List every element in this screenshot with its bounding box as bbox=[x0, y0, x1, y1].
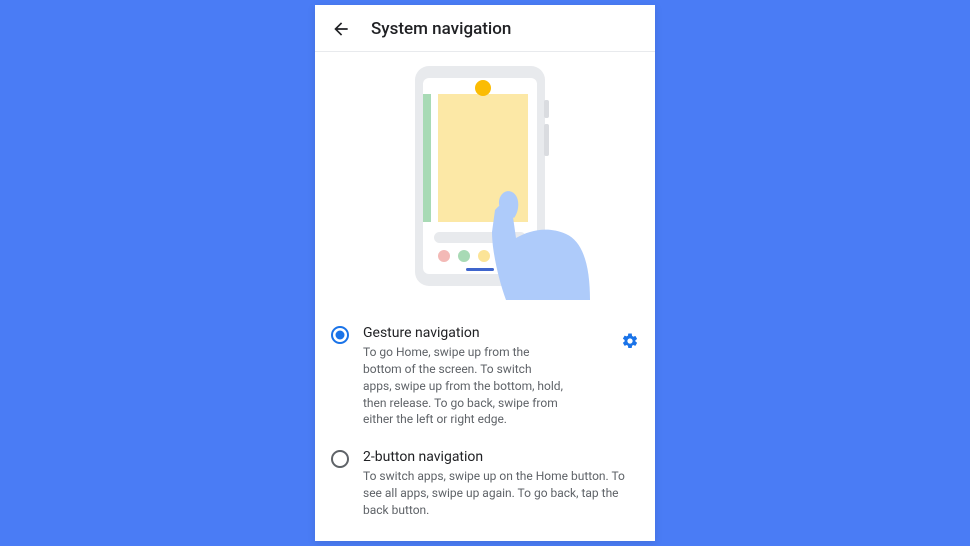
option-title: Gesture navigation bbox=[363, 324, 607, 342]
option-gesture-navigation[interactable]: Gesture navigation To go Home, swipe up … bbox=[331, 314, 639, 438]
option-description: To switch apps, swipe up on the Home but… bbox=[363, 468, 639, 518]
option-3button-navigation[interactable]: 3-button navigation bbox=[331, 529, 639, 541]
radio-gesture[interactable] bbox=[331, 326, 349, 344]
option-description: To go Home, swipe up from the bottom of … bbox=[363, 344, 563, 428]
navigation-options: Gesture navigation To go Home, swipe up … bbox=[315, 314, 655, 541]
back-arrow-icon[interactable] bbox=[331, 19, 351, 39]
option-2button-navigation[interactable]: 2-button navigation To switch apps, swip… bbox=[331, 438, 639, 529]
page-title: System navigation bbox=[371, 19, 511, 39]
option-text: 3-button navigation bbox=[363, 539, 639, 541]
option-title: 3-button navigation bbox=[363, 539, 639, 541]
gesture-illustration bbox=[315, 52, 655, 314]
option-text: Gesture navigation To go Home, swipe up … bbox=[363, 324, 607, 428]
gear-icon[interactable] bbox=[621, 332, 639, 350]
settings-screen: System navigation bbox=[315, 5, 655, 541]
option-text: 2-button navigation To switch apps, swip… bbox=[363, 448, 639, 519]
header: System navigation bbox=[315, 5, 655, 52]
radio-2button[interactable] bbox=[331, 450, 349, 468]
option-title: 2-button navigation bbox=[363, 448, 639, 466]
